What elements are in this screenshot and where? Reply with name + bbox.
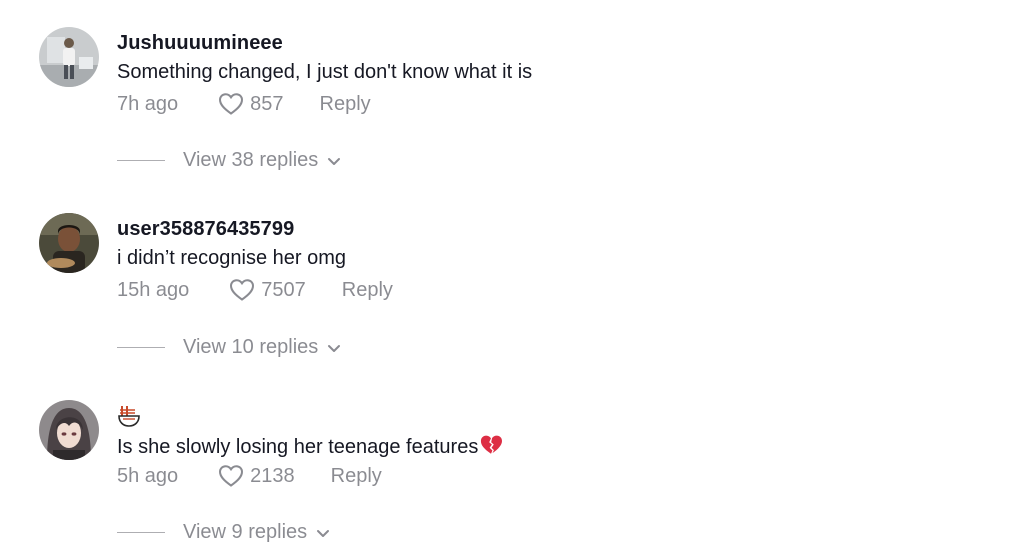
noodle-bowl-icon [118, 406, 140, 427]
avatar[interactable] [39, 27, 99, 87]
avatar[interactable] [39, 400, 99, 460]
comment-username[interactable]: 🍜 [117, 404, 502, 428]
like-count: 2138 [250, 464, 295, 487]
comment-text: Something changed, I just don't know wha… [117, 61, 533, 83]
broken-heart-emoji [481, 435, 503, 454]
comment-text: i didn’t recognise her omg [117, 247, 347, 269]
chevron-down-icon [328, 157, 341, 165]
view-replies-button[interactable]: View 10 replies [117, 336, 341, 359]
divider-line [117, 532, 165, 533]
view-replies-button[interactable]: View 38 replies [117, 149, 341, 172]
comment-timestamp: 15h ago [117, 278, 190, 301]
like-count: 7507 [261, 278, 306, 301]
view-replies-label: View 9 replies [183, 521, 308, 543]
like-button[interactable]: 2138 [218, 464, 295, 488]
comment-text-body: Is she slowly losing her teenage feature… [117, 436, 479, 458]
heart-outline-icon [230, 279, 255, 301]
comment-username[interactable]: Jushuuuumineee [117, 31, 532, 55]
chevron-down-icon [317, 529, 330, 537]
comment-timestamp: 5h ago [117, 464, 179, 487]
reply-button[interactable]: Reply [331, 465, 382, 488]
comment-timestamp: 7h ago [117, 92, 179, 115]
like-button[interactable]: 7507 [229, 278, 306, 302]
view-replies-label: View 38 replies [183, 149, 319, 171]
comment-username[interactable]: user358876435799 [117, 217, 346, 241]
reply-button[interactable]: Reply [320, 93, 371, 116]
chevron-down-icon [328, 344, 341, 352]
divider-line [117, 160, 165, 161]
like-count: 857 [250, 92, 284, 115]
heart-outline-icon [219, 93, 244, 115]
heart-outline-icon [219, 465, 244, 487]
like-button[interactable]: 857 [218, 92, 284, 116]
view-replies-label: View 10 replies [183, 336, 319, 358]
reply-button[interactable]: Reply [342, 279, 393, 302]
avatar[interactable] [39, 213, 99, 273]
comment-text: Is she slowly losing her teenage feature… [117, 434, 503, 460]
divider-line [117, 347, 165, 348]
view-replies-button[interactable]: View 9 replies [117, 521, 330, 544]
